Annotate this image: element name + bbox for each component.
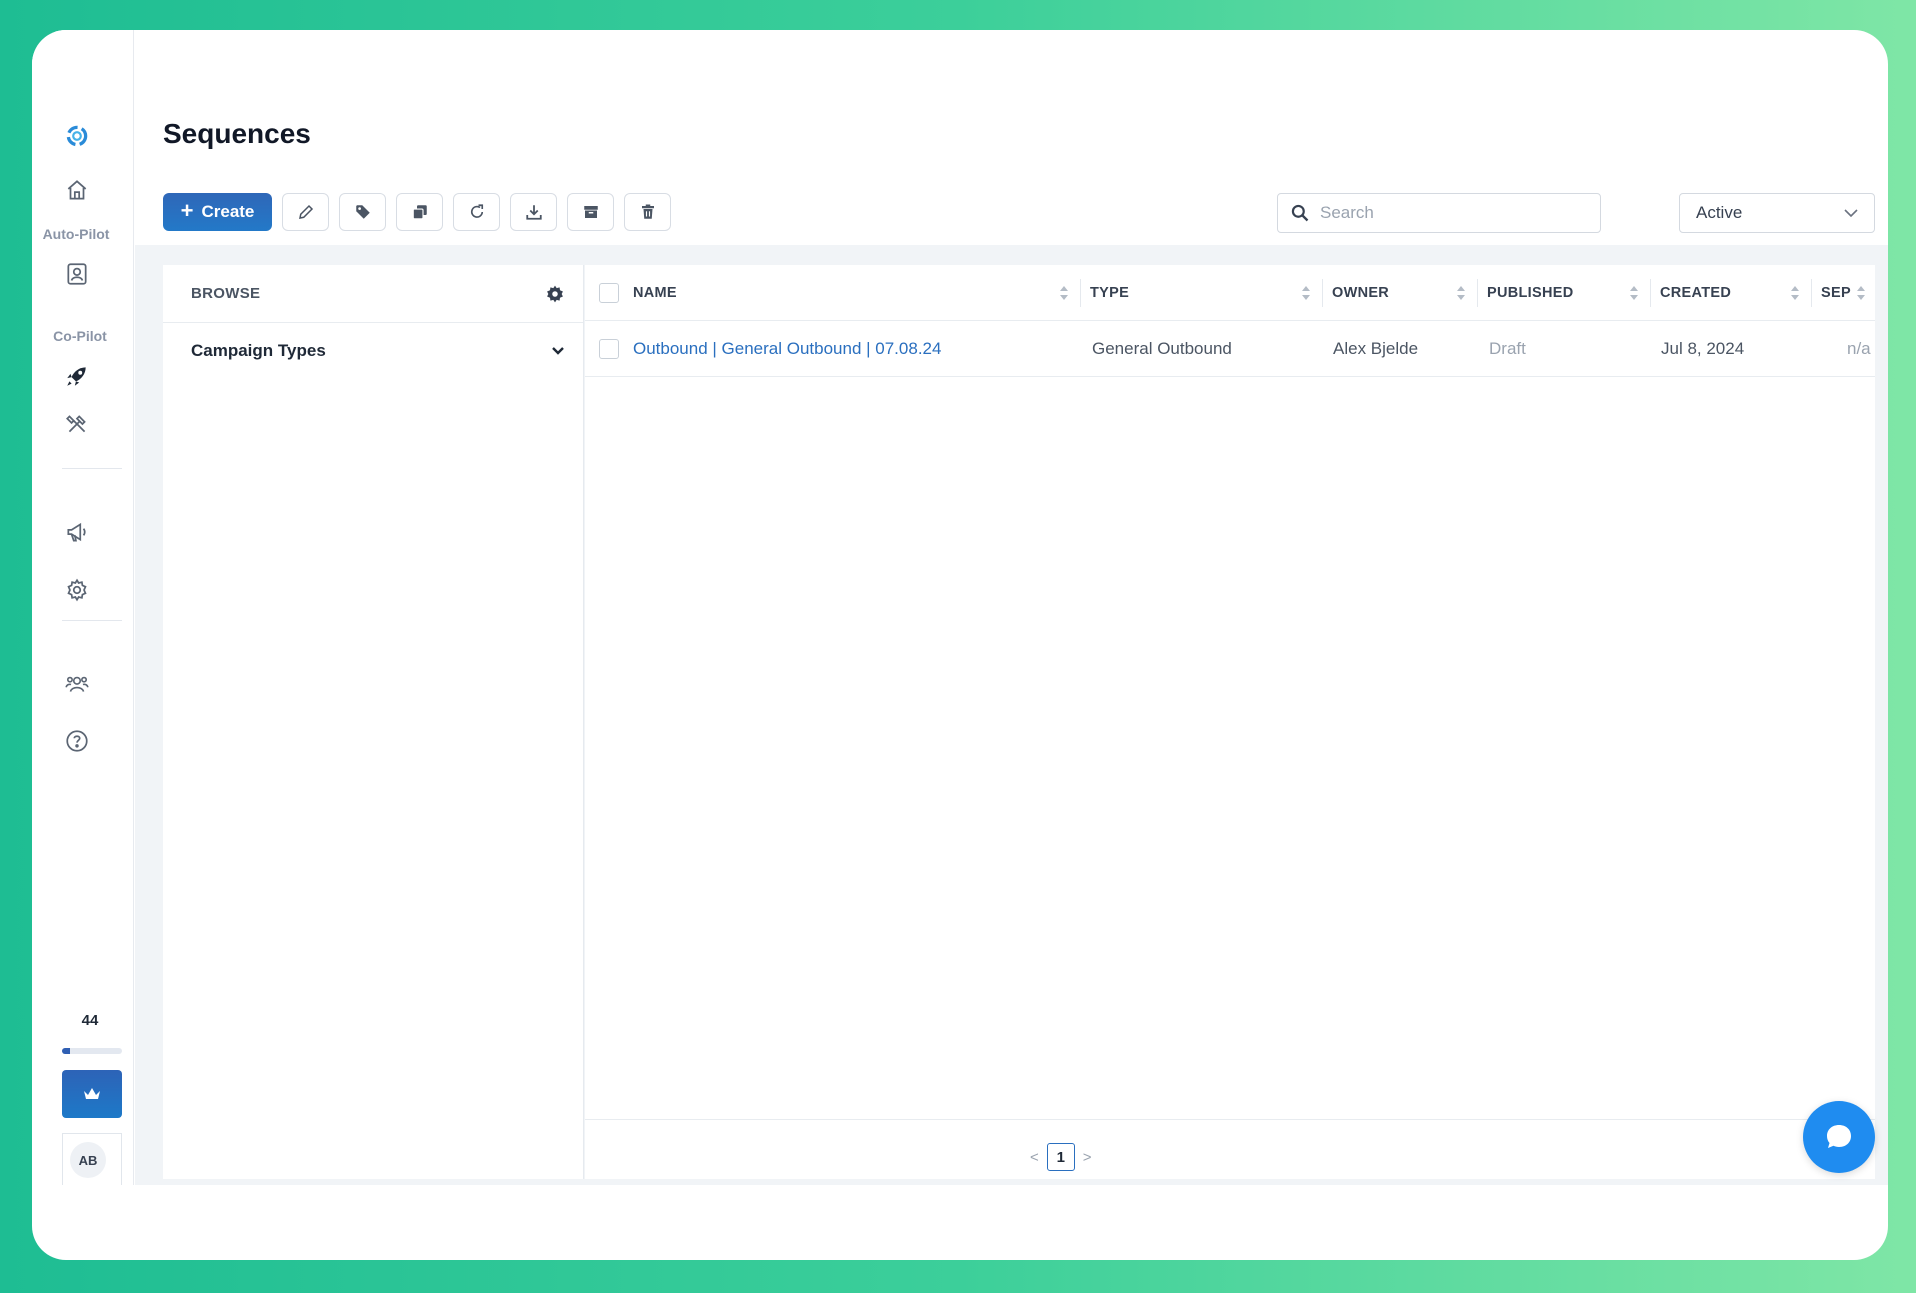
sequence-owner: Alex Bjelde xyxy=(1333,339,1419,358)
sort-icon[interactable] xyxy=(1059,284,1069,302)
upgrade-button[interactable] xyxy=(62,1070,122,1118)
column-header-owner[interactable]: OWNER xyxy=(1332,265,1389,321)
tag-icon xyxy=(355,205,370,219)
refresh-button[interactable] xyxy=(453,193,500,231)
sequence-name-link[interactable]: Outbound | General Outbound | 07.08.24 xyxy=(633,321,941,377)
page-number-current[interactable]: 1 xyxy=(1046,1143,1075,1171)
edit-button[interactable] xyxy=(282,193,329,231)
section-label-autopilot: Auto-Pilot xyxy=(42,226,110,242)
next-page-button[interactable]: > xyxy=(1083,1149,1092,1166)
chat-bubble-icon xyxy=(1827,1125,1851,1148)
home-icon[interactable] xyxy=(61,174,93,206)
sort-icon[interactable] xyxy=(1856,284,1866,302)
chat-widget-button[interactable] xyxy=(1803,1101,1875,1173)
create-button[interactable]: + Create xyxy=(163,193,272,231)
search-input[interactable] xyxy=(1320,203,1580,223)
table-header: NAME TYPE OWNER PUBLISHED CREATED SEP xyxy=(585,265,1875,321)
tag-button[interactable] xyxy=(339,193,386,231)
column-header-type[interactable]: TYPE xyxy=(1090,265,1129,321)
chevron-down-icon xyxy=(1844,209,1858,217)
megaphone-icon[interactable] xyxy=(61,516,93,548)
toolbar: + Create xyxy=(163,193,671,231)
sort-icon[interactable] xyxy=(1790,284,1800,302)
tools-icon[interactable] xyxy=(61,408,93,440)
credits-progress-fill xyxy=(62,1048,71,1054)
column-divider xyxy=(1811,279,1812,307)
browse-panel: BROWSE Campaign Types xyxy=(163,265,584,1179)
credits-progress-bar xyxy=(62,1048,122,1054)
help-icon[interactable] xyxy=(61,725,93,757)
search-box[interactable] xyxy=(1277,193,1601,233)
sidebar-divider xyxy=(62,620,122,621)
refresh-icon xyxy=(470,204,483,218)
column-divider xyxy=(1477,279,1478,307)
column-divider xyxy=(1650,279,1651,307)
sequence-created-date: Jul 8, 2024 xyxy=(1661,339,1745,358)
sort-icon[interactable] xyxy=(1629,284,1639,302)
team-icon[interactable] xyxy=(61,668,93,700)
sequence-published-status: Draft xyxy=(1489,339,1526,358)
edit-icon xyxy=(298,204,313,219)
credits-count: 44 xyxy=(81,1012,99,1029)
gear-icon[interactable] xyxy=(545,284,565,304)
archive-icon xyxy=(583,206,598,218)
browse-item-label: Campaign Types xyxy=(191,341,326,360)
gear-icon[interactable] xyxy=(61,574,93,606)
browse-header: BROWSE xyxy=(163,265,583,323)
avatar[interactable]: AB xyxy=(70,1142,106,1178)
sequence-sep: n/a xyxy=(1847,339,1871,358)
plus-icon: + xyxy=(180,198,194,223)
status-filter-value: Active xyxy=(1696,203,1743,222)
pagination-divider xyxy=(585,1119,1875,1120)
delete-icon xyxy=(641,204,654,219)
browse-item-campaign-types[interactable]: Campaign Types xyxy=(163,323,583,379)
delete-button[interactable] xyxy=(624,193,671,231)
browse-heading: BROWSE xyxy=(191,285,261,302)
prev-page-button[interactable]: < xyxy=(1030,1149,1039,1166)
row-checkbox[interactable] xyxy=(599,339,619,359)
sequence-type: General Outbound xyxy=(1092,339,1232,358)
sort-icon[interactable] xyxy=(1301,284,1311,302)
column-header-published[interactable]: PUBLISHED xyxy=(1487,265,1574,321)
rocket-icon[interactable] xyxy=(61,360,93,392)
column-header-created[interactable]: CREATED xyxy=(1660,265,1731,321)
avatar-container: AB xyxy=(62,1133,122,1185)
chevron-down-icon xyxy=(552,347,564,355)
search-icon xyxy=(1291,204,1309,222)
archive-button[interactable] xyxy=(567,193,614,231)
download-icon xyxy=(525,205,542,220)
status-filter-select[interactable]: Active xyxy=(1679,193,1875,233)
column-header-sep[interactable]: SEP xyxy=(1821,265,1851,321)
download-button[interactable] xyxy=(510,193,557,231)
copy-icon xyxy=(412,205,427,220)
page-title: Sequences xyxy=(163,118,311,149)
pagination: < 1 > xyxy=(1030,1143,1092,1171)
copy-button[interactable] xyxy=(396,193,443,231)
app-window: Auto-Pilot Co-Pilot 44 AB Sequences + Cr… xyxy=(32,30,1888,1260)
column-divider xyxy=(1322,279,1323,307)
sidebar-divider xyxy=(62,468,122,469)
table-row[interactable]: Outbound | General Outbound | 07.08.24 G… xyxy=(585,321,1875,377)
column-divider xyxy=(1080,279,1081,307)
crown-icon xyxy=(84,1088,100,1099)
contact-card-icon[interactable] xyxy=(61,258,93,290)
sequences-table: NAME TYPE OWNER PUBLISHED CREATED SEP Ou… xyxy=(585,265,1875,1179)
column-header-name[interactable]: NAME xyxy=(633,265,677,321)
select-all-checkbox[interactable] xyxy=(599,283,619,303)
section-label-copilot: Co-Pilot xyxy=(53,328,107,344)
logo-icon[interactable] xyxy=(61,120,93,152)
sort-icon[interactable] xyxy=(1456,284,1466,302)
create-button-label: Create xyxy=(201,202,255,221)
sidebar: Auto-Pilot Co-Pilot 44 AB xyxy=(32,30,134,1185)
